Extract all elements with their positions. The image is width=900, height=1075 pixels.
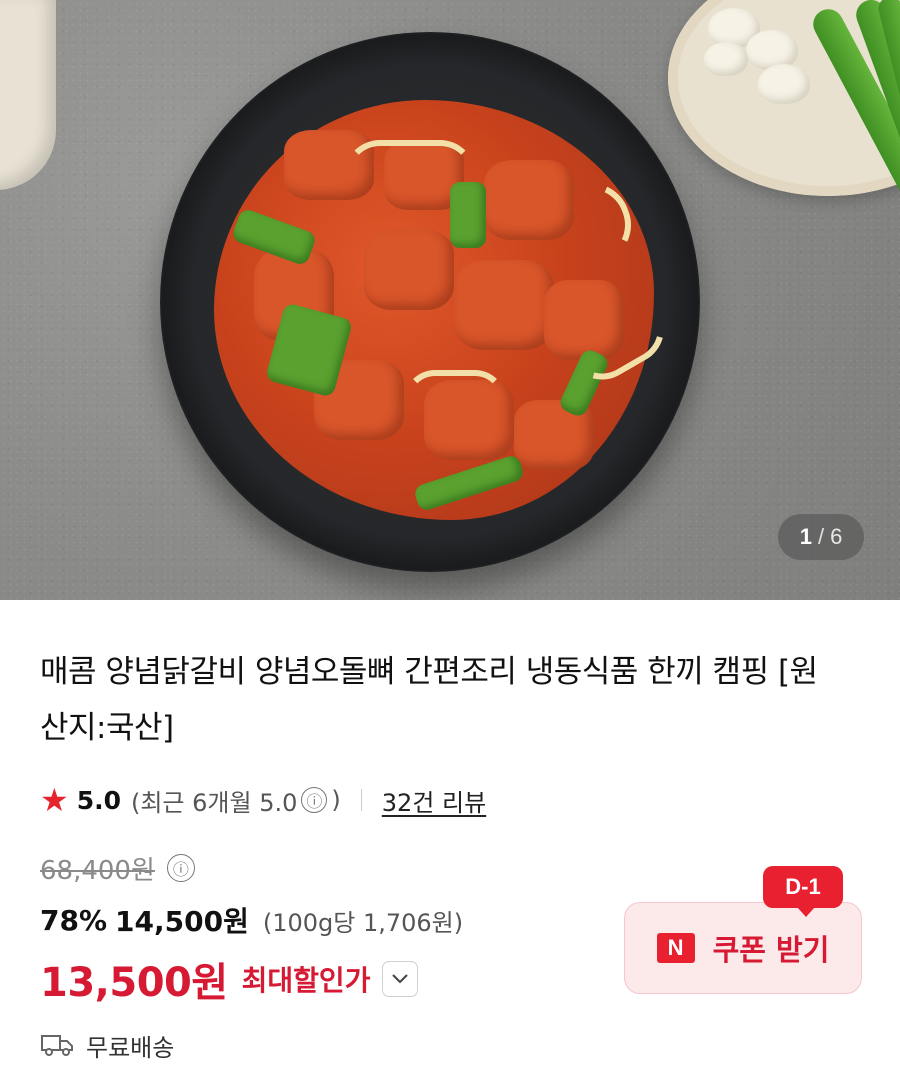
star-icon: ★	[40, 781, 69, 819]
chevron-down-icon	[392, 974, 409, 984]
original-price-row: 68,400원 ⓘ	[40, 850, 199, 886]
info-icon[interactable]: ⓘ	[301, 787, 328, 813]
garlic-clove	[704, 42, 748, 76]
naver-logo-icon: N	[656, 933, 695, 963]
rating-score: 5.0	[76, 785, 121, 815]
image-counter: 1 / 6	[778, 514, 864, 560]
discount-percent: 78%	[40, 903, 108, 937]
truck-icon	[41, 1035, 73, 1056]
shipping-row: 무료배송	[40, 1025, 174, 1065]
recent-rating-close: )	[331, 786, 341, 814]
expand-discount-button[interactable]	[382, 961, 419, 997]
sale-price-row: 78% 14,500원 (100g당 1,706원)	[40, 900, 463, 940]
sale-price: 14,500원	[115, 905, 249, 938]
price-info-icon[interactable]: ⓘ	[166, 854, 195, 882]
product-image-gallery[interactable]: 1 / 6	[0, 0, 900, 600]
max-discount-price: 13,500원	[40, 960, 228, 1006]
unit-price: (100g당 1,706원)	[262, 908, 464, 937]
original-price: 68,400원	[40, 855, 155, 886]
max-discount-row: 13,500원 최대할인가	[40, 952, 419, 1006]
image-counter-separator: /	[817, 524, 825, 549]
reviews-link[interactable]: 32건 리뷰	[382, 783, 486, 818]
recent-rating: (최근 6개월 5.0	[130, 788, 298, 817]
image-counter-total: 6	[830, 524, 843, 549]
garlic-clove	[758, 64, 810, 104]
rating-row: ★ 5.0 (최근 6개월 5.0 ⓘ ) 32건 리뷰	[40, 780, 486, 820]
divider	[360, 789, 362, 811]
image-counter-current: 1	[799, 524, 812, 549]
product-title: 매콤 양념닭갈비 양념오돌뼈 간편조리 냉동식품 한끼 캠핑 [원산지:국산]	[40, 654, 818, 746]
coupon-label: 쿠폰 받기	[712, 933, 830, 967]
max-discount-label: 최대할인가	[241, 964, 371, 997]
coupon-button[interactable]: N 쿠폰 받기	[624, 902, 862, 994]
product-info: 매콤 양념닭갈비 양념오돌뼈 간편조리 냉동식품 한끼 캠핑 [원산지:국산] …	[0, 600, 900, 1075]
d-day-badge: D-1	[763, 866, 843, 917]
shipping-label: 무료배송	[86, 1033, 175, 1062]
